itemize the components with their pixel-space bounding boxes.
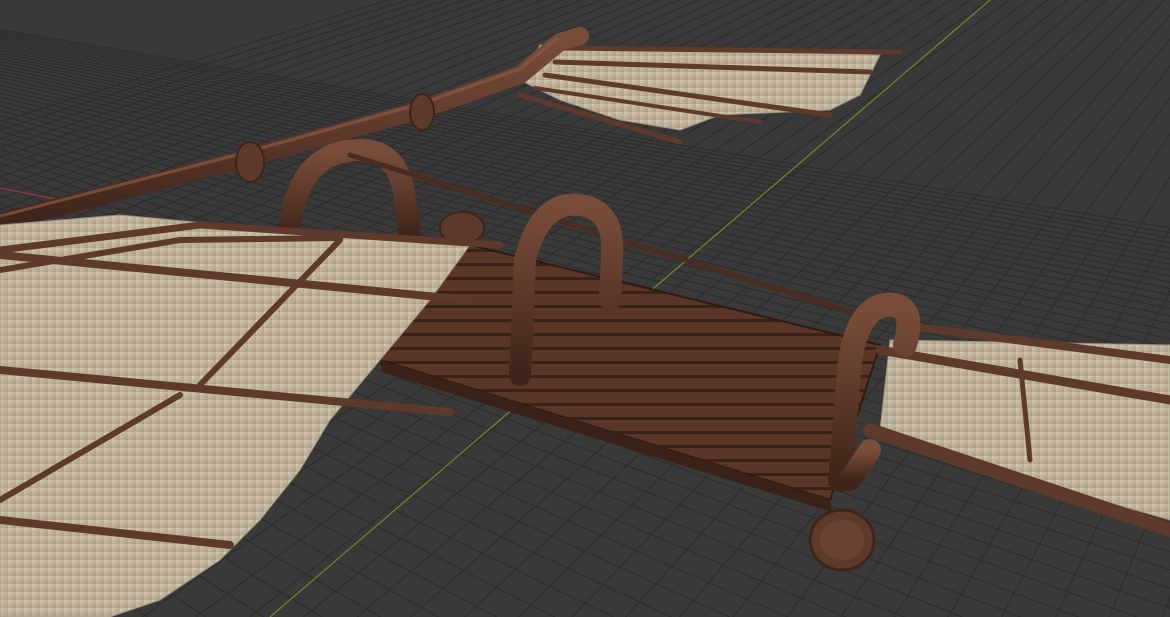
viewport-canvas[interactable] (0, 0, 1170, 617)
deck-platform[interactable] (378, 243, 882, 512)
spar-ring-left (235, 141, 265, 183)
3d-viewport[interactable] (0, 0, 1170, 617)
spar-ring-middle (409, 93, 435, 131)
right-wing-sail[interactable] (863, 321, 1170, 537)
axle-end-cap-inner (820, 520, 864, 560)
grid-line (893, 176, 1170, 617)
